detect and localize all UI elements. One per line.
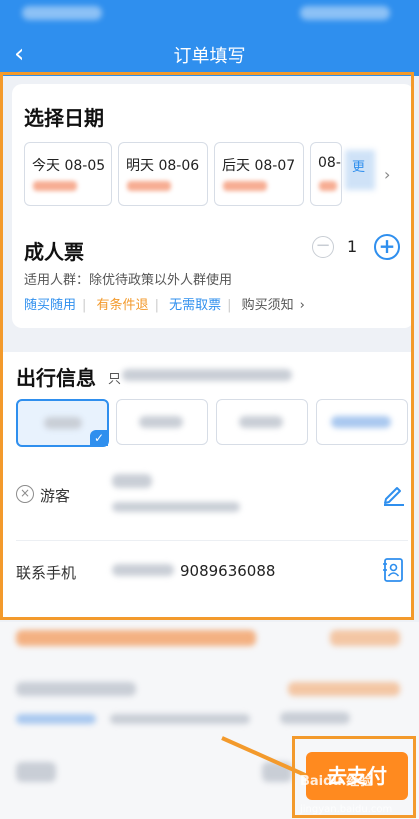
status-bar-right bbox=[300, 6, 390, 20]
status-bar-left bbox=[22, 6, 102, 20]
page-title: 订单填写 bbox=[173, 46, 246, 67]
highlight-frame bbox=[0, 72, 414, 620]
app-header: ‹ 订单填写 bbox=[0, 0, 419, 76]
watermark-brand: Baidu 经验 bbox=[300, 774, 373, 789]
watermark-url: jingyan.baidu.com bbox=[300, 804, 393, 815]
